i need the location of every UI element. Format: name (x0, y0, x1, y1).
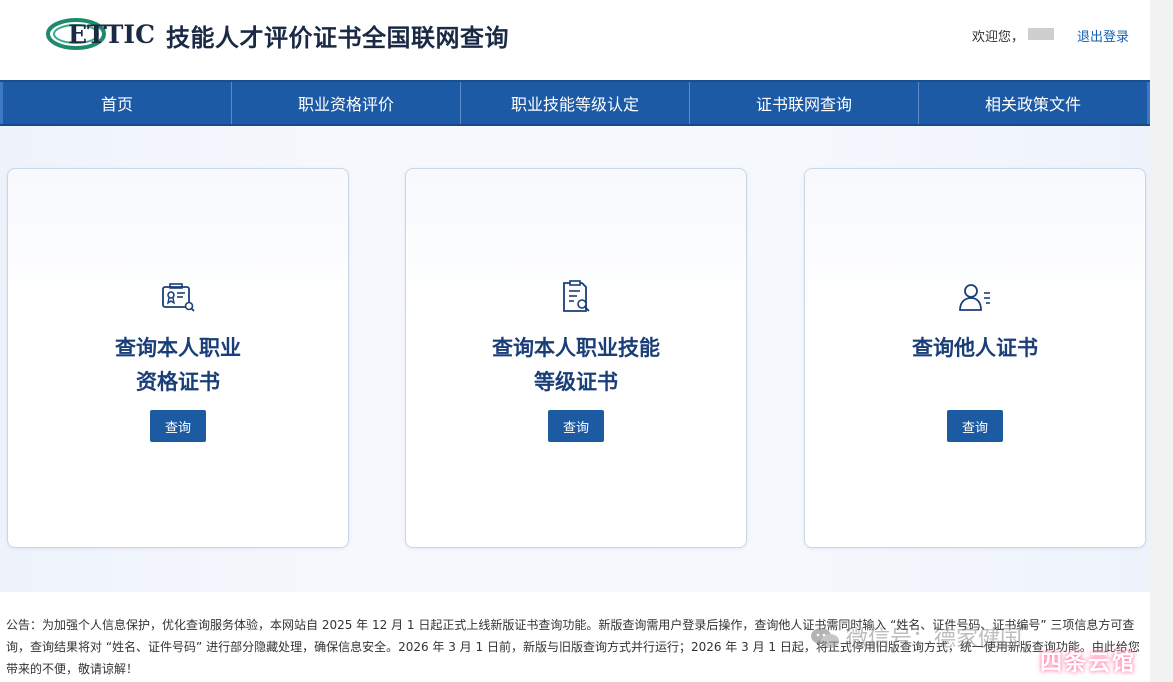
watermark-text: 微信号：德家健国 (846, 627, 1023, 652)
query-button[interactable]: 查询 (548, 410, 604, 442)
brand-badge: 四条云馆 (1040, 651, 1137, 676)
main-nav: 首页 职业资格评价 职业技能等级认定 证书联网查询 相关政策文件 (0, 80, 1150, 126)
site-title: 技能人才评价证书全国联网查询 (166, 24, 509, 52)
site-header: ETTIC 技能人才评价证书全国联网查询 欢迎您， 退出登录 (0, 0, 1150, 80)
card-title-line1: 查询他人证书 (912, 336, 1038, 360)
nav-item-policy[interactable]: 相关政策文件 (919, 82, 1150, 124)
card-title-line1: 查询本人职业 (115, 336, 241, 360)
wechat-icon (811, 628, 839, 648)
scrollbar-track[interactable] (1150, 0, 1173, 682)
query-others-certificate-card: 查询他人证书 查询 (804, 168, 1146, 548)
svg-text:ETTIC: ETTIC (68, 20, 155, 49)
card-title-line2: 资格证书 (136, 370, 220, 394)
query-own-qualification-card: 查询本人职业 资格证书 查询 (7, 168, 349, 548)
main-content: 查询本人职业 资格证书 查询 查询本人职业技能 等级证书 查询 查询他人证书 查… (0, 126, 1150, 592)
nav-item-home[interactable]: 首页 (0, 82, 232, 124)
card-title-line1: 查询本人职业技能 (492, 336, 660, 360)
document-search-icon (563, 280, 590, 312)
nav-item-skill-level[interactable]: 职业技能等级认定 (461, 82, 690, 124)
logout-link[interactable]: 退出登录 (1077, 26, 1129, 45)
user-list-icon (959, 284, 990, 311)
card-title: 查询他人证书 (805, 331, 1145, 365)
nav-item-certificate-query[interactable]: 证书联网查询 (690, 82, 919, 124)
welcome-text: 欢迎您， (972, 30, 1025, 45)
certificate-search-icon (162, 283, 195, 312)
nav-item-qualification[interactable]: 职业资格评价 (232, 82, 461, 124)
query-button[interactable]: 查询 (947, 410, 1003, 442)
card-title: 查询本人职业 资格证书 (8, 331, 348, 399)
ettic-logo: ETTIC (46, 18, 155, 50)
card-title-line2: 等级证书 (534, 370, 618, 394)
query-own-skill-level-card: 查询本人职业技能 等级证书 查询 (405, 168, 747, 548)
query-button[interactable]: 查询 (150, 410, 206, 442)
username-masked (1028, 28, 1054, 40)
card-title: 查询本人职业技能 等级证书 (406, 331, 746, 399)
